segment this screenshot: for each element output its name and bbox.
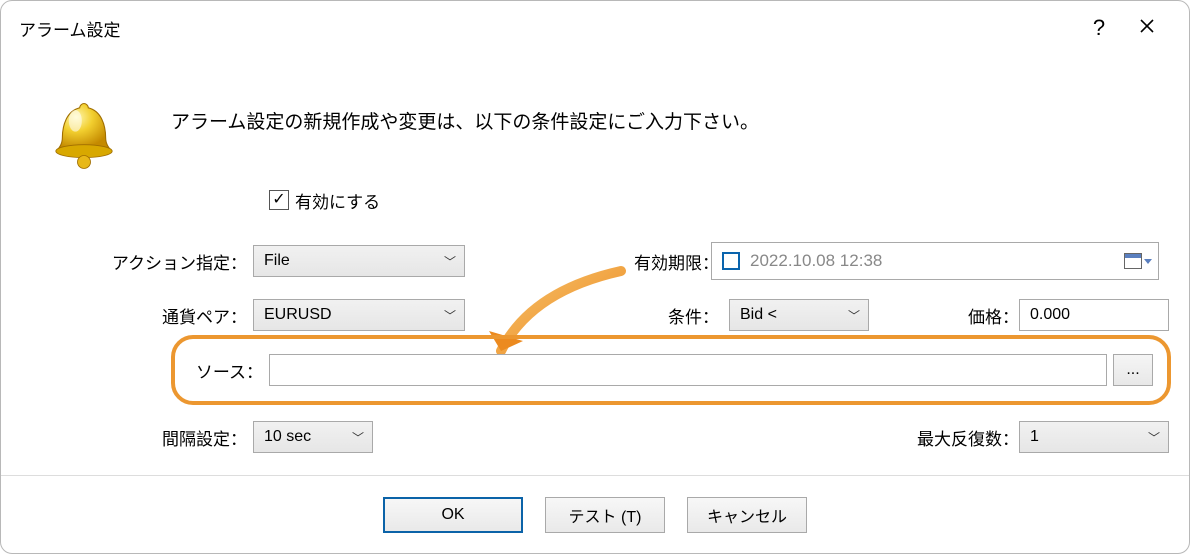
help-button[interactable]: ?	[1075, 15, 1123, 41]
chevron-down-icon	[1144, 259, 1152, 264]
alarm-settings-dialog: アラーム設定 ? アラーム設定の新規作成や変更は、以下の	[0, 0, 1190, 554]
interval-select[interactable]: 10 sec ﹀	[253, 421, 373, 453]
symbol-label: 通貨ペア：	[1, 303, 253, 328]
test-button[interactable]: テスト (T)	[545, 497, 665, 533]
titlebar: アラーム設定 ?	[1, 1, 1189, 55]
price-input[interactable]: 0.000	[1019, 299, 1169, 331]
enable-label: 有効にする	[295, 188, 380, 213]
calendar-icon	[1124, 253, 1142, 269]
bell-icon	[49, 97, 119, 179]
price-label: 価格：	[968, 303, 1019, 328]
action-label: アクション指定：	[1, 249, 253, 274]
chevron-down-icon: ﹀	[444, 253, 456, 270]
condition-label: 条件：	[668, 303, 719, 328]
maxrev-select[interactable]: 1 ﹀	[1019, 421, 1169, 453]
chevron-down-icon: ﹀	[1148, 429, 1160, 446]
source-input[interactable]	[269, 354, 1107, 386]
expiration-calendar-button[interactable]	[1124, 253, 1152, 269]
enable-checkbox[interactable]: ✓	[269, 190, 289, 210]
window-title: アラーム設定	[19, 16, 1075, 41]
source-browse-button[interactable]: ...	[1113, 354, 1153, 386]
price-value: 0.000	[1030, 306, 1070, 324]
check-icon: ✓	[272, 192, 285, 208]
condition-select[interactable]: Bid < ﹀	[729, 299, 869, 331]
browse-label: ...	[1126, 361, 1139, 379]
button-bar: OK テスト (T) キャンセル	[1, 475, 1189, 553]
cancel-button[interactable]: キャンセル	[687, 497, 807, 533]
condition-value: Bid <	[740, 306, 777, 324]
interval-label: 間隔設定：	[1, 425, 253, 450]
instruction-text: アラーム設定の新規作成や変更は、以下の条件設定にご入力下さい。	[171, 107, 759, 134]
chevron-down-icon: ﹀	[444, 307, 456, 324]
close-icon	[1139, 18, 1155, 34]
chevron-down-icon: ﹀	[848, 307, 860, 324]
interval-value: 10 sec	[264, 428, 311, 446]
maxrev-label: 最大反復数：	[917, 425, 1019, 450]
symbol-value: EURUSD	[264, 306, 332, 324]
action-value: File	[264, 252, 290, 270]
expiration-label: 有効期限：	[634, 249, 719, 274]
chevron-down-icon: ﹀	[352, 429, 364, 446]
ok-button[interactable]: OK	[383, 497, 523, 533]
action-select[interactable]: File ﹀	[253, 245, 465, 277]
content-area: アラーム設定の新規作成や変更は、以下の条件設定にご入力下さい。 ✓ 有効にする …	[1, 55, 1189, 475]
source-label: ソース：	[189, 358, 269, 383]
expiration-checkbox[interactable]	[722, 252, 740, 270]
source-row-highlighted: ソース： ...	[171, 335, 1171, 405]
symbol-select[interactable]: EURUSD ﹀	[253, 299, 465, 331]
maxrev-value: 1	[1030, 428, 1039, 446]
expiration-value: 2022.10.08 12:38	[750, 251, 1114, 271]
expiration-field[interactable]: 2022.10.08 12:38	[711, 242, 1159, 280]
close-button[interactable]	[1123, 17, 1171, 40]
